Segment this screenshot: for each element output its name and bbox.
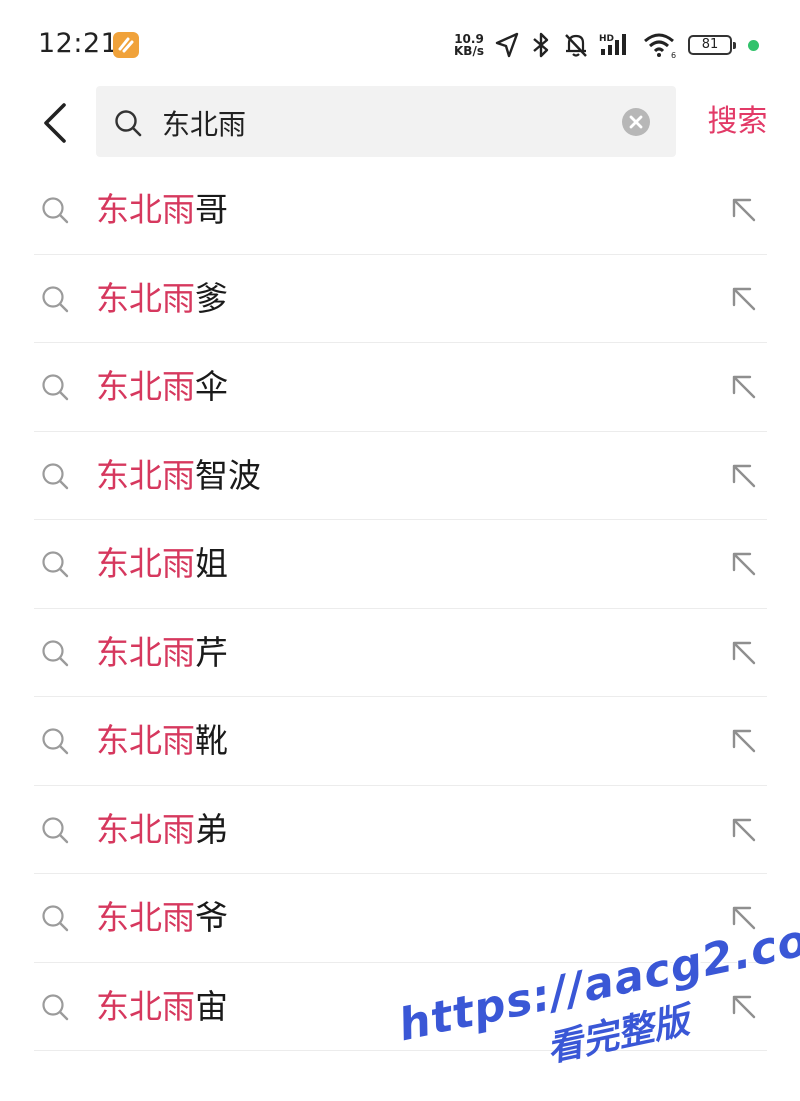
search-icon [40,461,70,495]
suggestion-highlight: 东北雨 [96,898,195,937]
suggestion-rest: 弟 [195,809,228,849]
fill-query-arrow-icon[interactable] [728,371,760,407]
suggestion-row[interactable]: 东北雨姐 [0,520,800,609]
fill-query-arrow-icon[interactable] [728,283,760,319]
close-icon [629,115,643,129]
search-icon [40,372,70,406]
fill-query-arrow-icon[interactable] [728,194,760,230]
suggestion-rest: 伞 [195,367,228,406]
back-button[interactable] [30,95,80,151]
search-icon [40,549,70,583]
row-divider [34,1050,767,1051]
search-icon [40,726,70,760]
suggestion-row[interactable]: 东北雨伞 [0,343,800,432]
search-icon [40,903,70,937]
network-speed: 10.9 KB/s [449,33,489,57]
chevron-left-icon [44,103,66,143]
suggestion-row[interactable]: 东北雨哥 [0,166,800,255]
wifi-icon: 6 [642,31,680,63]
status-bar: 12:21 10.9 KB/s HD 6 81 [0,0,800,88]
search-icon [113,108,143,142]
suggestion-rest: 芹 [195,632,228,672]
search-button[interactable]: 搜索 [700,100,775,144]
suggestion-rest: 智波 [195,455,261,495]
suggestion-highlight: 东北雨 [96,367,195,406]
status-time: 12:21 [38,28,119,59]
suggestion-rest: 靴 [195,721,228,760]
app-notification-icon [113,32,139,58]
fill-query-arrow-icon[interactable] [728,637,760,673]
location-icon [494,31,520,63]
suggestion-text: 东北雨伞 [96,365,228,409]
suggestion-rest: 爹 [195,278,228,318]
fill-query-arrow-icon[interactable] [728,460,760,496]
fill-query-arrow-icon[interactable] [728,548,760,584]
search-icon [40,815,70,849]
svg-text:HD: HD [599,34,614,44]
suggestion-row[interactable]: 东北雨爹 [0,255,800,343]
suggestion-row[interactable]: 东北雨芹 [0,609,800,697]
suggestion-highlight: 东北雨 [96,986,195,1026]
privacy-indicator-dot [748,40,759,51]
suggestion-text: 东北雨智波 [96,454,261,498]
suggestion-text: 东北雨靴 [96,719,228,763]
suggestion-highlight: 东北雨 [96,721,195,760]
mute-bell-icon [562,31,590,63]
suggestion-rest: 爷 [195,898,228,937]
suggestion-highlight: 东北雨 [96,190,195,229]
suggestion-rest: 姐 [195,544,228,583]
search-input[interactable] [160,102,604,144]
suggestion-text: 东北雨芹 [96,631,228,675]
svg-text:6: 6 [671,51,676,59]
search-icon [40,284,70,318]
suggestion-text: 东北雨爷 [96,896,228,940]
suggestion-highlight: 东北雨 [96,455,195,495]
suggestion-text: 东北雨宙 [96,985,228,1029]
suggestion-row[interactable]: 东北雨智波 [0,432,800,520]
battery-icon: 81 [688,35,736,55]
suggestion-text: 东北雨姐 [96,542,228,586]
search-icon [40,638,70,672]
suggestion-highlight: 东北雨 [96,278,195,318]
search-icon [40,195,70,229]
search-box[interactable] [96,86,676,157]
battery-level: 81 [701,37,719,52]
suggestion-row[interactable]: 东北雨弟 [0,786,800,874]
network-speed-unit: KB/s [454,44,484,58]
suggestion-rest: 哥 [195,190,228,229]
suggestion-highlight: 东北雨 [96,632,195,672]
cellular-signal-icon: HD [597,31,635,63]
suggestion-text: 东北雨爹 [96,277,228,321]
fill-query-arrow-icon[interactable] [728,814,760,850]
clear-search-button[interactable] [622,108,650,136]
suggestion-row[interactable]: 东北雨靴 [0,697,800,786]
bluetooth-icon [530,31,552,63]
suggestion-rest: 宙 [195,986,228,1026]
search-icon [40,992,70,1026]
suggestion-highlight: 东北雨 [96,544,195,583]
suggestion-text: 东北雨哥 [96,188,228,232]
fill-query-arrow-icon[interactable] [728,725,760,761]
suggestion-text: 东北雨弟 [96,808,228,852]
suggestion-highlight: 东北雨 [96,809,195,849]
